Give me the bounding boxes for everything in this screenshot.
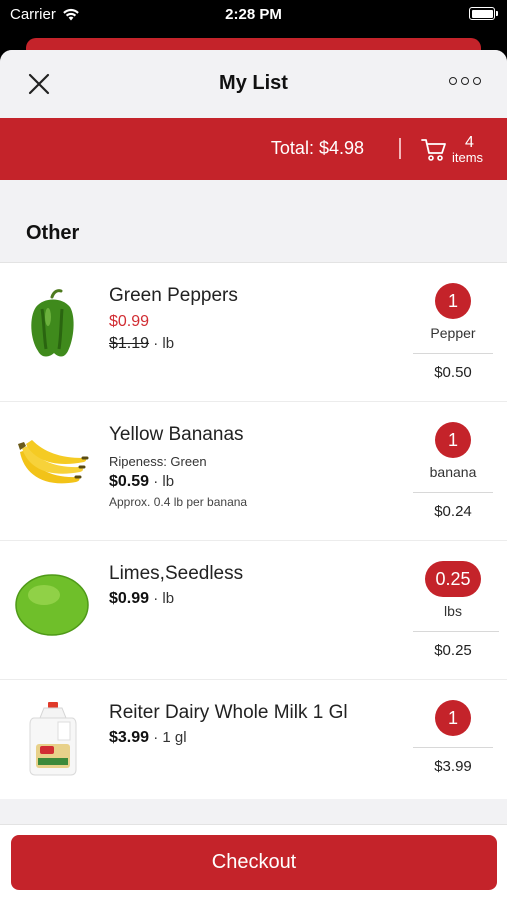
battery-icon	[469, 7, 498, 20]
list-item[interactable]: Green Peppers $0.99 $1.19 · lb 1 Pepper …	[0, 263, 507, 402]
item-name: Limes,Seedless	[109, 563, 244, 584]
item-name: Yellow Bananas	[109, 424, 244, 445]
item-price-unit: · lb	[153, 590, 175, 607]
quantity-divider	[413, 492, 493, 493]
list-item[interactable]: Reiter Dairy Whole Milk 1 Gl $3.99 · 1 g…	[0, 680, 507, 799]
item-name: Reiter Dairy Whole Milk 1 Gl	[109, 702, 348, 723]
list-item[interactable]: Yellow Bananas Ripeness: Green $0.59 · l…	[0, 402, 507, 541]
total-bar: Total: $4.98 4 items	[0, 118, 507, 180]
cart-icon	[421, 139, 446, 161]
quantity-divider	[413, 747, 493, 748]
item-list: Green Peppers $0.99 $1.19 · lb 1 Pepper …	[0, 262, 507, 799]
quantity-button[interactable]: 0.25	[425, 561, 481, 597]
lime-image	[15, 574, 89, 636]
my-list-sheet: My List Total: $4.98 4 items Other Green…	[0, 50, 507, 900]
line-total: $3.99	[434, 758, 472, 775]
item-price-line: $0.59 · lb	[109, 473, 174, 491]
more-dot	[461, 77, 469, 85]
item-price-line: $0.99 · lb	[109, 590, 174, 608]
list-total: Total: $4.98	[270, 138, 364, 158]
quantity-button[interactable]: 1	[435, 283, 471, 319]
item-price: $0.59	[109, 473, 150, 490]
item-price: $3.99	[109, 729, 150, 746]
more-icon[interactable]	[449, 77, 481, 85]
milk-jug-image	[29, 702, 77, 776]
quantity-unit: Pepper	[430, 325, 476, 341]
green-pepper-image	[31, 289, 74, 357]
quantity-button[interactable]: 1	[435, 422, 471, 458]
cart-items-label: items	[452, 150, 484, 165]
sheet-header: My List	[0, 50, 507, 118]
status-bar: Carrier 2:28 PM	[0, 0, 507, 30]
line-total: $0.25	[434, 642, 472, 659]
quantity-unit: banana	[429, 464, 477, 480]
section-label: Other	[26, 222, 80, 244]
quantity-control: 1 Pepper $0.50	[413, 283, 493, 381]
quantity-control: 1 $3.99	[413, 700, 493, 775]
line-total: $0.24	[434, 503, 472, 520]
total-divider	[399, 138, 401, 159]
quantity-control: 1 banana $0.24	[413, 422, 493, 520]
quantity-control: 0.25 lbs $0.25	[407, 561, 499, 659]
item-attribute: Ripeness: Green	[109, 454, 207, 469]
quantity-button[interactable]: 1	[435, 700, 471, 736]
list-item[interactable]: Limes,Seedless $0.99 · lb 0.25 lbs $0.25	[0, 541, 507, 680]
section-header: Other	[0, 180, 507, 262]
checkout-button[interactable]: Checkout	[11, 835, 497, 890]
item-name: Green Peppers	[109, 285, 238, 306]
item-original-price-line: $1.19 · lb	[109, 335, 174, 353]
item-price-unit: · 1 gl	[153, 729, 187, 746]
item-price-unit: · lb	[153, 335, 175, 352]
quantity-divider	[413, 631, 499, 632]
status-time: 2:28 PM	[225, 6, 282, 23]
item-note: Approx. 0.4 lb per banana	[109, 495, 248, 509]
item-original-price: $1.19	[109, 335, 150, 352]
footer-bar: Checkout	[0, 824, 507, 900]
page-title: My List	[219, 72, 288, 94]
more-dot	[449, 77, 457, 85]
item-sale-price: $0.99	[109, 313, 150, 330]
item-price: $0.99	[109, 590, 150, 607]
quantity-unit: lbs	[444, 603, 462, 619]
quantity-divider	[413, 353, 493, 354]
item-price-line: $3.99 · 1 gl	[109, 729, 187, 747]
cart-button[interactable]: 4 items	[421, 134, 491, 166]
bananas-image	[18, 440, 89, 484]
line-total: $0.50	[434, 364, 472, 381]
more-dot	[473, 77, 481, 85]
item-price-unit: · lb	[153, 473, 175, 490]
